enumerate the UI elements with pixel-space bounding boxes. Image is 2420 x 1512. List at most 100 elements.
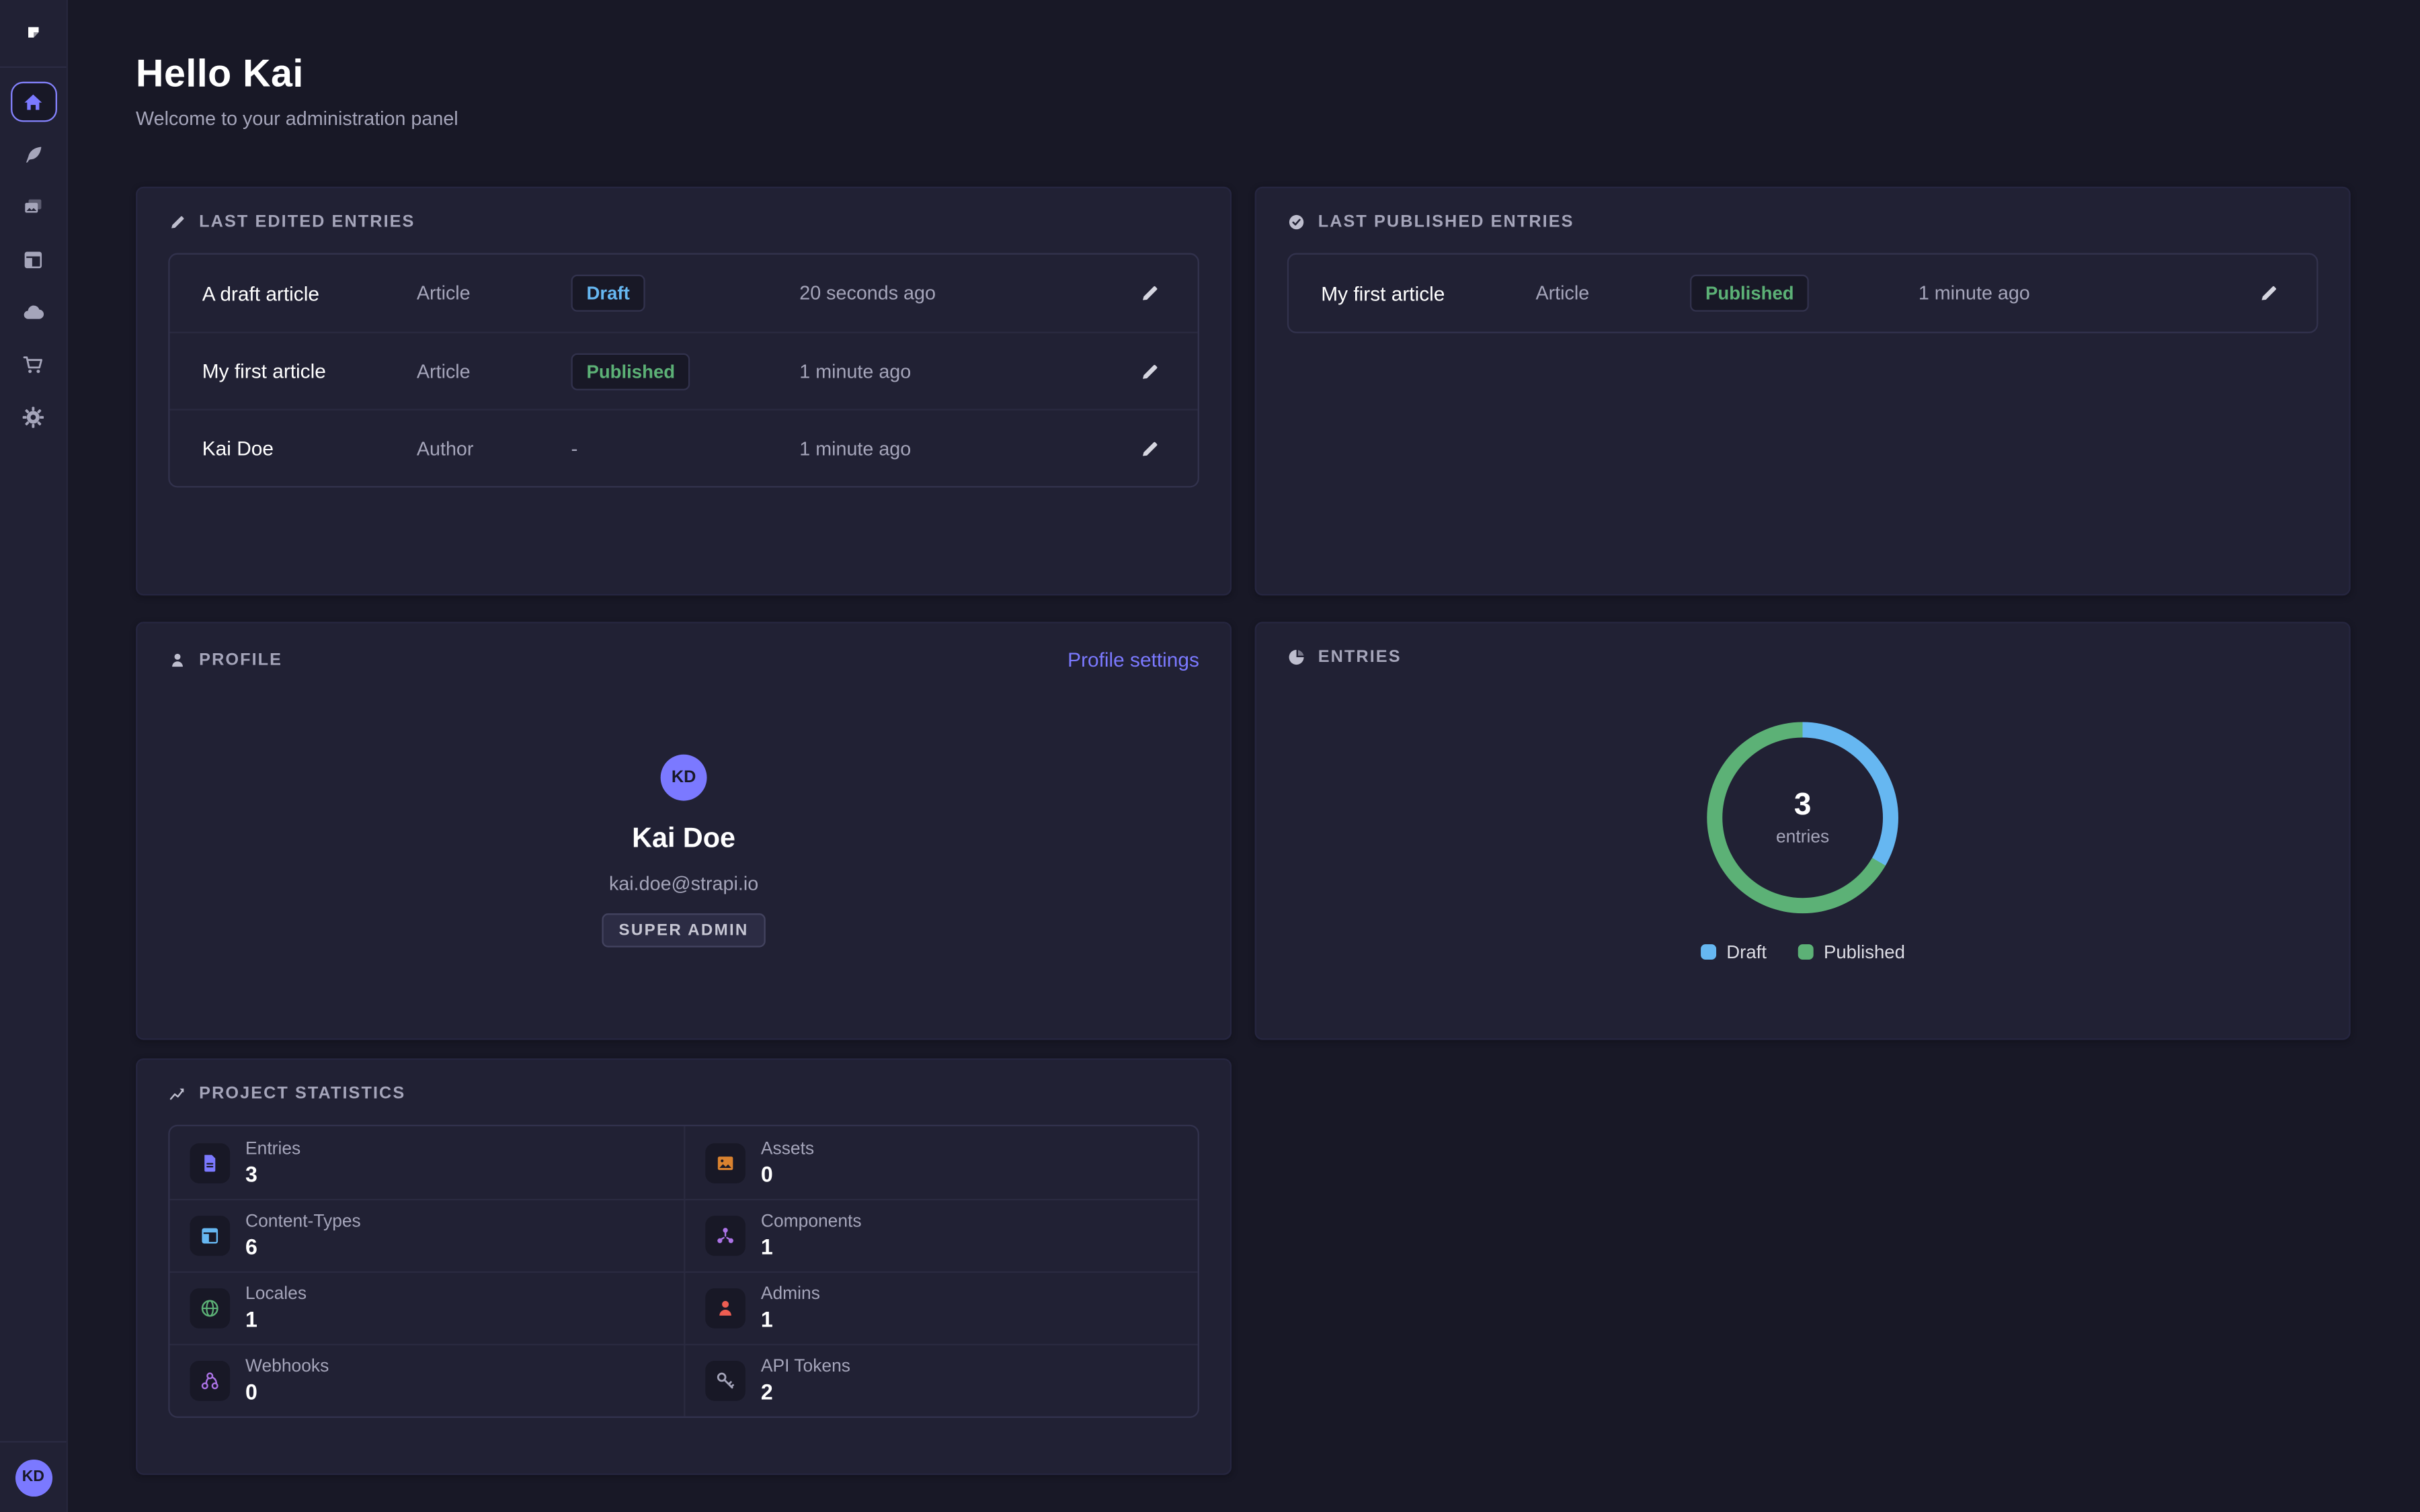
entry-title: My first article: [1321, 282, 1535, 304]
sidebar-item-content-manager[interactable]: [10, 134, 56, 175]
entry-title: Kai Doe: [202, 437, 417, 460]
trend-icon: [168, 1085, 187, 1103]
edit-pencil-icon[interactable]: [1139, 360, 1160, 382]
legend-label: Published: [1824, 941, 1905, 963]
last-published-card: LAST PUBLISHED ENTRIES My first article …: [1255, 187, 2351, 595]
image-icon: [715, 1152, 736, 1173]
profile-avatar: KD: [661, 755, 707, 801]
project-statistics-card: PROJECT STATISTICS Entries 3 Assets 0 Co…: [136, 1058, 1232, 1475]
sidebar-item-marketplace[interactable]: [10, 344, 56, 384]
sidebar-item-media-library[interactable]: [10, 187, 56, 227]
entry-type: Article: [417, 360, 571, 382]
stat-label: Components: [761, 1213, 862, 1232]
page-subtitle: Welcome to your administration panel: [136, 108, 2351, 130]
stat-locales: Locales 1: [170, 1271, 684, 1344]
logo-container: [0, 0, 67, 68]
legend-item: Draft: [1700, 941, 1767, 963]
edit-pencil-icon[interactable]: [2258, 282, 2280, 304]
stat-icon-tile: [705, 1142, 745, 1183]
edit-pencil-icon[interactable]: [1139, 437, 1160, 459]
table-row: Kai Doe Author - 1 minute ago: [170, 409, 1198, 486]
check-circle-icon: [1287, 213, 1306, 232]
profile-settings-link[interactable]: Profile settings: [1067, 648, 1199, 671]
feather-icon: [22, 142, 44, 165]
webhook-icon: [199, 1370, 220, 1392]
components-icon: [715, 1225, 736, 1247]
sidebar-item-content-type-builder[interactable]: [10, 239, 56, 280]
status-empty: -: [571, 436, 577, 459]
entry-time: 1 minute ago: [1919, 282, 2218, 304]
stat-entries: Entries 3: [170, 1126, 684, 1199]
stat-components: Components 1: [684, 1199, 1198, 1271]
stat-icon-tile: [190, 1288, 230, 1329]
stat-api-tokens: API Tokens 2: [684, 1344, 1198, 1417]
entry-type: Article: [417, 282, 571, 304]
stat-label: Assets: [761, 1140, 814, 1159]
stat-icon-tile: [705, 1216, 745, 1256]
profile-role-badge: SUPER ADMIN: [602, 913, 766, 948]
stat-icon-tile: [705, 1361, 745, 1401]
sidebar-item-settings[interactable]: [10, 396, 56, 437]
card-title: LAST PUBLISHED ENTRIES: [1318, 213, 1574, 232]
profile-name: Kai Doe: [632, 823, 735, 855]
layout-icon: [199, 1225, 220, 1247]
strapi-admin-home: KD Hello Kai Welcome to your administrat…: [0, 0, 2420, 1512]
last-edited-table: A draft article Article Draft 20 seconds…: [168, 253, 1199, 488]
stat-label: Content-Types: [245, 1213, 361, 1232]
stats-table: Entries 3 Assets 0 Content-Types 6 Compo…: [168, 1125, 1199, 1418]
images-icon: [22, 195, 44, 218]
stat-value: 6: [245, 1234, 361, 1259]
user-avatar[interactable]: KD: [15, 1459, 52, 1496]
entry-time: 20 seconds ago: [799, 282, 1098, 304]
gear-icon: [22, 405, 44, 428]
table-row: My first article Article Published 1 min…: [1289, 255, 2316, 332]
status-badge: Published: [1690, 275, 1810, 312]
stat-icon-tile: [705, 1288, 745, 1329]
stat-label: Admins: [761, 1286, 820, 1304]
stat-value: 1: [761, 1307, 820, 1332]
card-title: LAST EDITED ENTRIES: [199, 213, 415, 232]
profile-email: kai.doe@strapi.io: [609, 873, 758, 894]
page-title: Hello Kai: [136, 52, 2351, 97]
donut-total: 3: [1794, 788, 1812, 824]
stat-content-types: Content-Types 6: [170, 1199, 684, 1271]
home-icon: [22, 90, 44, 113]
legend-item: Published: [1798, 941, 1905, 963]
legend-swatch: [1798, 944, 1813, 960]
entry-time: 1 minute ago: [799, 437, 1098, 459]
stat-value: 2: [761, 1380, 850, 1404]
entry-title: My first article: [202, 360, 417, 382]
stat-webhooks: Webhooks 0: [170, 1344, 684, 1417]
entries-donut-chart: 3 entries: [1707, 722, 1898, 913]
stat-assets: Assets 0: [684, 1126, 1198, 1199]
status-badge: Published: [571, 353, 690, 390]
stat-icon-tile: [190, 1216, 230, 1256]
user-icon: [715, 1298, 736, 1319]
edit-pencil-icon[interactable]: [1139, 282, 1160, 304]
stat-label: Webhooks: [245, 1357, 329, 1376]
stat-icon-tile: [190, 1361, 230, 1401]
entry-status: Published: [571, 353, 799, 390]
strapi-logo[interactable]: [15, 15, 52, 52]
entry-type: Article: [1535, 282, 1690, 304]
main-content: Hello Kai Welcome to your administration…: [68, 0, 2420, 1512]
entry-status: Published: [1690, 275, 1919, 312]
stat-label: API Tokens: [761, 1357, 850, 1376]
chart-legend: Draft Published: [1700, 941, 1905, 963]
card-title: ENTRIES: [1318, 648, 1402, 667]
document-icon: [199, 1152, 220, 1173]
cloud-icon: [22, 300, 44, 323]
stat-label: Locales: [245, 1286, 307, 1304]
stat-value: 1: [761, 1234, 862, 1259]
sidebar-item-deploy[interactable]: [10, 292, 56, 332]
entry-type: Author: [417, 437, 571, 459]
stat-value: 3: [245, 1161, 300, 1186]
sidebar-footer: KD: [0, 1441, 67, 1512]
stat-label: Entries: [245, 1140, 300, 1159]
entry-time: 1 minute ago: [799, 360, 1098, 382]
sidebar: KD: [0, 0, 68, 1512]
card-title: PROJECT STATISTICS: [199, 1085, 405, 1103]
sidebar-item-home[interactable]: [10, 82, 56, 122]
entry-status: -: [571, 434, 799, 462]
sidebar-nav: [10, 82, 56, 437]
